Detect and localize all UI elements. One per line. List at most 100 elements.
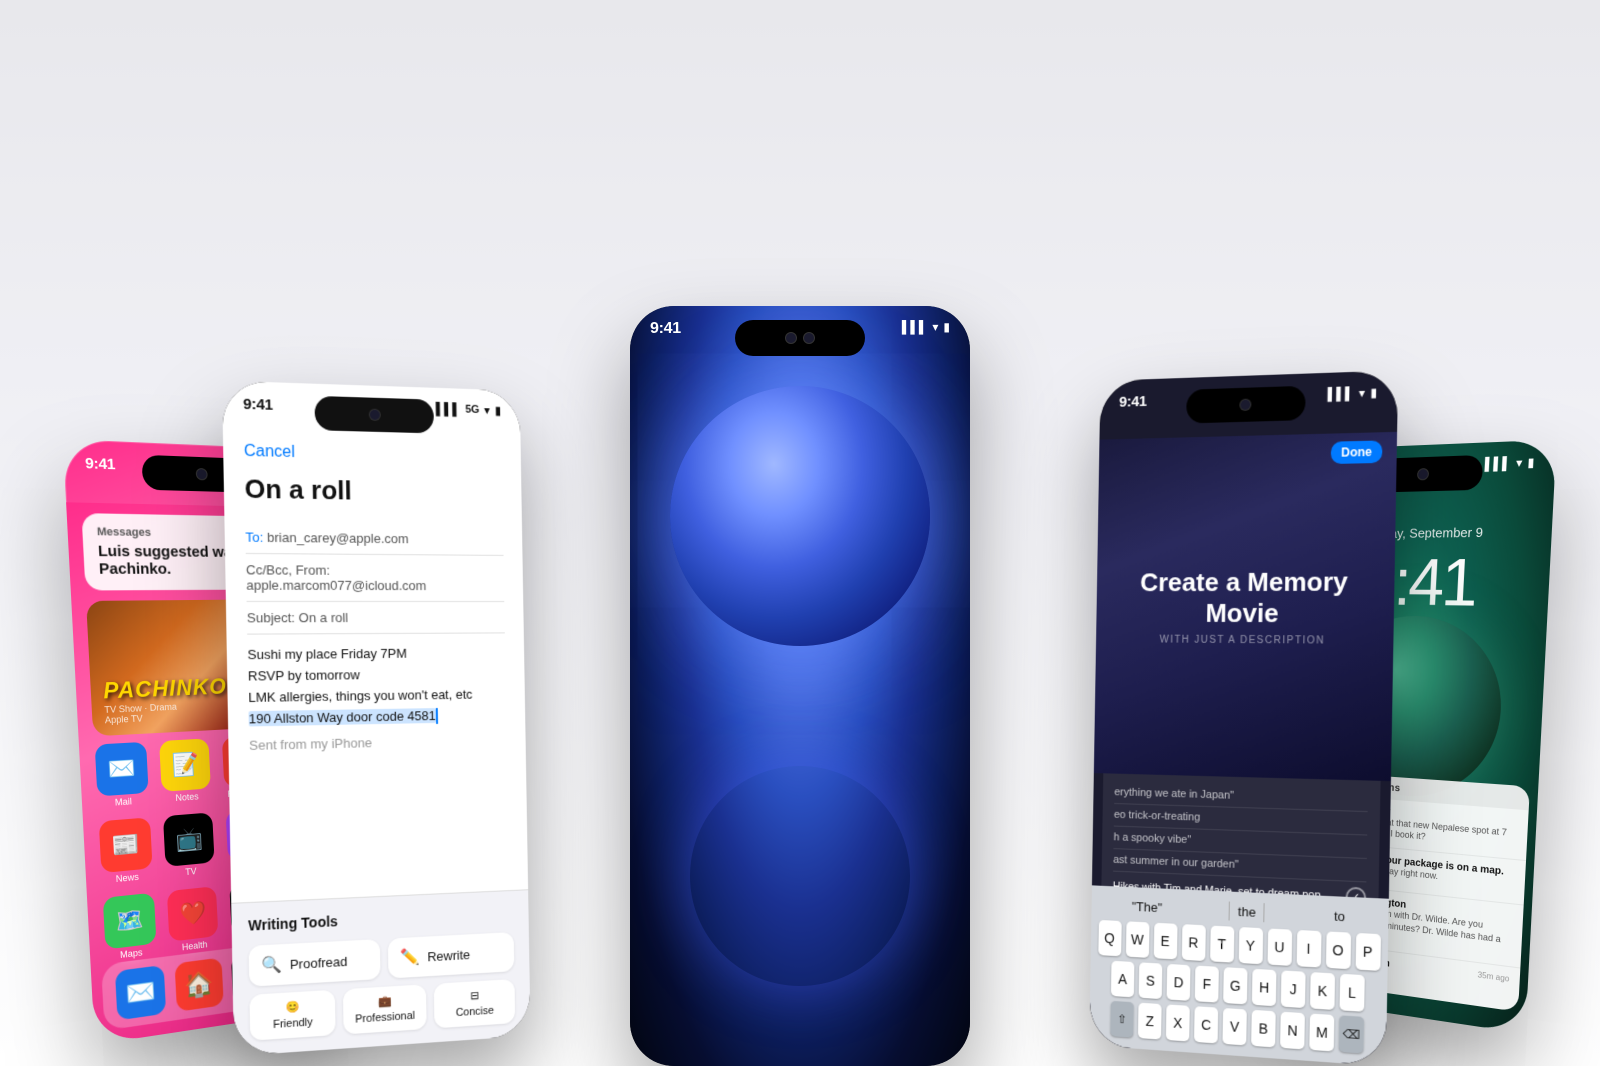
app-label-notes: Notes [175, 791, 199, 803]
proofread-label: Proofread [290, 953, 348, 971]
key-delete[interactable]: ⌫ [1339, 1015, 1364, 1053]
key-k[interactable]: K [1310, 972, 1335, 1010]
writing-tools-grid: 🔍 Proofread ✏️ Rewrite [249, 932, 515, 987]
key-i[interactable]: I [1296, 930, 1321, 968]
app-news[interactable]: 📰 News [98, 817, 154, 885]
wifi-4: ▾ [1359, 386, 1365, 400]
rewrite-button[interactable]: ✏️ Rewrite [388, 932, 515, 979]
dock-icon-mail[interactable]: ✉️ [115, 965, 166, 1021]
key-x[interactable]: X [1166, 1004, 1190, 1041]
signal-4: ▌▌▌ [1328, 386, 1354, 401]
key-w[interactable]: W [1125, 921, 1149, 958]
key-h[interactable]: H [1252, 969, 1277, 1007]
phone-second-right: 9:41 ▌▌▌ ▾ ▮ Done Create a Memory Movie … [1089, 370, 1398, 1066]
professional-button[interactable]: 💼 Professional [343, 984, 427, 1034]
key-t[interactable]: T [1210, 926, 1234, 963]
signal-5: ▌▌▌ [1484, 456, 1511, 471]
rewrite-label: Rewrite [427, 947, 470, 964]
battery-4: ▮ [1370, 385, 1377, 400]
key-b[interactable]: B [1251, 1010, 1276, 1048]
friendly-icon: 😊 [286, 1000, 300, 1014]
key-s[interactable]: S [1139, 962, 1163, 999]
app-health[interactable]: ❤️ Health [166, 886, 220, 954]
mail-line-4: 190 Allston Way door code 4581 [248, 705, 506, 730]
friendly-label: Friendly [273, 1016, 313, 1031]
dynamic-island-2 [314, 396, 434, 434]
wifi-3: ▾ [932, 320, 938, 334]
status-icons-3: ▌▌▌ ▾ ▮ [902, 320, 950, 334]
battery-3: ▮ [943, 320, 950, 334]
rewrite-icon: ✏️ [400, 947, 420, 968]
camera-dot [786, 333, 796, 343]
key-p[interactable]: P [1355, 933, 1380, 971]
mail-subject-field[interactable]: Subject: On a roll [247, 602, 505, 635]
memory-movie-title: Create a Memory Movie [1115, 566, 1374, 630]
key-shift[interactable]: ⇧ [1110, 1001, 1133, 1038]
time-3: 9:41 [650, 320, 681, 338]
writing-tools-row2: 😊 Friendly 💼 Professional ⊟ Concise [249, 979, 515, 1041]
key-v[interactable]: V [1222, 1008, 1246, 1046]
dynamic-island-3 [735, 320, 865, 356]
app-label-health: Health [182, 939, 208, 952]
key-j[interactable]: J [1281, 970, 1306, 1008]
done-button[interactable]: Done [1331, 440, 1383, 464]
battery-2: ▮ [495, 404, 502, 418]
signal-3: ▌▌▌ [902, 320, 928, 334]
key-a[interactable]: A [1111, 961, 1134, 998]
pachinko-title: PACHINKO [103, 674, 228, 705]
dynamic-island-4 [1186, 386, 1306, 424]
status-icons-2: ▌▌▌ 5G ▾ ▮ [436, 402, 502, 418]
app-notes[interactable]: 📝 Notes [159, 738, 213, 804]
key-m[interactable]: M [1309, 1013, 1334, 1051]
app-mail[interactable]: ✉️ Mail [94, 742, 150, 809]
key-d[interactable]: D [1167, 964, 1191, 1001]
mail-cc-field[interactable]: Cc/Bcc, From: apple.marcom077@icloud.com [246, 554, 505, 602]
time-1: 9:41 [85, 455, 116, 474]
suggestion-3[interactable]: to [1326, 906, 1354, 927]
friendly-button[interactable]: 😊 Friendly [249, 990, 335, 1041]
proofread-icon: 🔍 [261, 954, 282, 975]
concise-icon: ⊟ [470, 989, 479, 1002]
wifi-5: ▾ [1516, 455, 1523, 470]
app-label-maps: Maps [120, 947, 143, 960]
phones-container: 9:41 ▌▌▌ ▾ ▮ Messages Luis suggested wat… [0, 0, 1600, 1066]
mail-subject-heading: On a roll [244, 473, 502, 509]
app-label-mail: Mail [115, 796, 132, 808]
key-r[interactable]: R [1181, 924, 1205, 961]
battery-5: ▮ [1527, 455, 1535, 470]
mail-to-field[interactable]: To: brian_carey@apple.com [245, 521, 503, 556]
orb-bottom-decoration [690, 766, 910, 986]
key-q[interactable]: Q [1098, 920, 1121, 956]
status-icons-5: ▌▌▌ ▾ ▮ [1484, 455, 1534, 471]
proofread-button[interactable]: 🔍 Proofread [249, 939, 381, 987]
app-maps[interactable]: 🗺️ Maps [102, 893, 158, 963]
key-f[interactable]: F [1195, 965, 1219, 1002]
phone3-screen: 9:41 ▌▌▌ ▾ ▮ Monday, September 9 9:41 [630, 306, 970, 1066]
mail-body[interactable]: Sushi my place Friday 7PM RSVP by tomorr… [247, 643, 506, 730]
phone-center: 9:41 ▌▌▌ ▾ ▮ Monday, September 9 9:41 [630, 306, 970, 1066]
professional-label: Professional [355, 1010, 415, 1026]
key-g[interactable]: G [1223, 967, 1247, 1004]
dock-icon-home[interactable]: 🏠 [174, 958, 223, 1012]
key-o[interactable]: O [1325, 931, 1350, 969]
key-l[interactable]: L [1340, 974, 1365, 1012]
phone4-screen: 9:41 ▌▌▌ ▾ ▮ Done Create a Memory Movie … [1089, 370, 1398, 1066]
suggestion-2[interactable]: the [1229, 902, 1265, 923]
app-label-news: News [116, 872, 140, 885]
key-e[interactable]: E [1153, 923, 1177, 960]
key-n[interactable]: N [1280, 1012, 1305, 1050]
concise-button[interactable]: ⊟ Concise [434, 979, 515, 1028]
key-c[interactable]: C [1194, 1006, 1218, 1043]
time-2: 9:41 [243, 396, 273, 414]
memory-movie-content: Done Create a Memory Movie WITH JUST A D… [1089, 432, 1397, 1066]
key-z[interactable]: Z [1138, 1003, 1162, 1040]
app-tv[interactable]: 📺 TV [162, 812, 216, 879]
notif-time-4: 35m ago [1477, 970, 1509, 983]
writing-tools-title: Writing Tools [248, 905, 513, 934]
suggestion-1[interactable]: "The" [1124, 897, 1170, 918]
key-y[interactable]: Y [1238, 927, 1262, 964]
status-icons-4: ▌▌▌ ▾ ▮ [1328, 385, 1378, 401]
mail-to-value: brian_carey@apple.com [267, 530, 409, 547]
key-u[interactable]: U [1267, 928, 1292, 965]
cancel-button[interactable]: Cancel [244, 443, 502, 467]
